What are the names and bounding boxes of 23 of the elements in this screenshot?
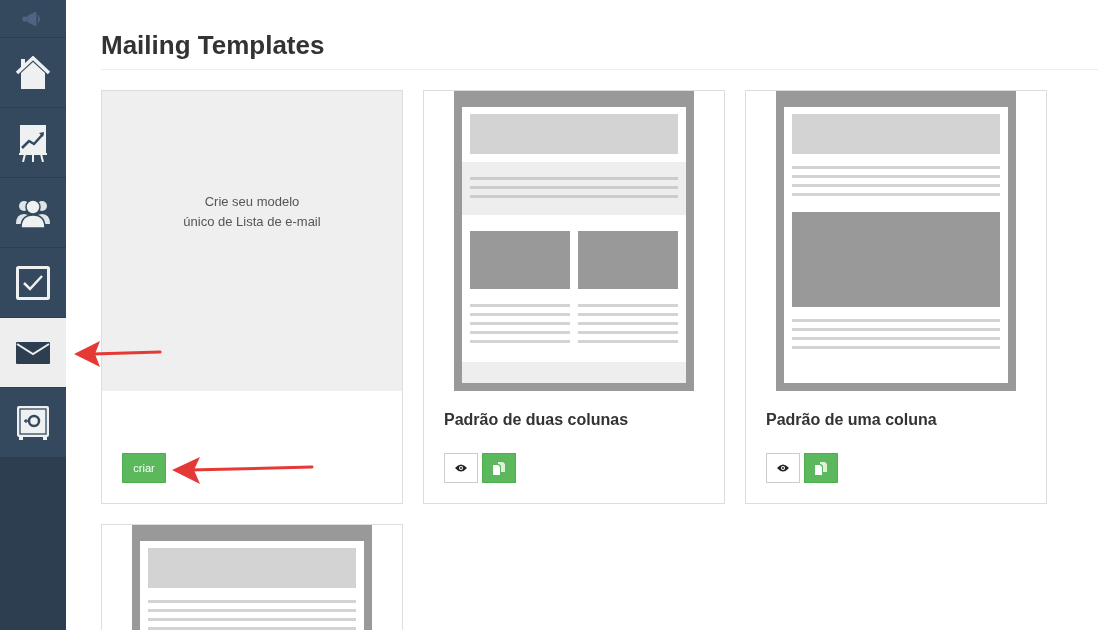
sidebar-item[interactable] xyxy=(0,388,66,458)
create-prompt: Crie seu modelo único de Lista de e-mail xyxy=(183,193,321,231)
preview-button[interactable] xyxy=(444,453,478,483)
people-icon xyxy=(15,197,51,228)
create-button[interactable]: criar xyxy=(122,453,166,483)
home-icon xyxy=(15,55,51,90)
sidebar-item[interactable] xyxy=(0,178,66,248)
safe-icon xyxy=(16,404,50,441)
template-name: Padrão de duas colunas xyxy=(444,411,629,429)
checkbox-icon xyxy=(16,265,50,300)
preview-button[interactable] xyxy=(766,453,800,483)
page-title: Mailing Templates xyxy=(101,0,1098,70)
sidebar-item[interactable] xyxy=(0,108,66,178)
envelope-icon xyxy=(16,341,50,364)
template-name: Padrão de uma coluna xyxy=(766,411,937,429)
eye-icon xyxy=(455,464,467,472)
chart-easel-icon xyxy=(19,123,47,162)
copy-icon xyxy=(815,461,827,475)
sidebar-item[interactable] xyxy=(0,38,66,108)
sidebar-item[interactable] xyxy=(0,248,66,318)
eye-icon xyxy=(777,464,789,472)
copy-icon xyxy=(493,461,505,475)
sidebar-item[interactable] xyxy=(0,318,66,388)
